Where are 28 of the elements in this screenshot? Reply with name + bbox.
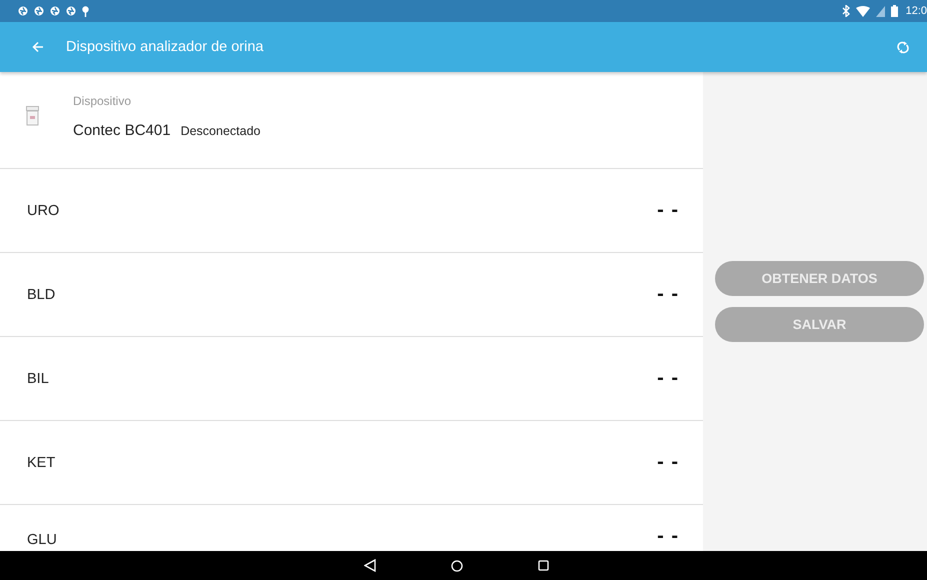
device-name: Contec BC401: [73, 122, 171, 139]
recents-icon[interactable]: [538, 560, 549, 571]
aperture-icon: [50, 6, 60, 16]
parameter-value: - -: [657, 367, 679, 390]
home-icon[interactable]: [451, 560, 463, 572]
device-label: Dispositivo: [73, 94, 132, 108]
parameter-name: BLD: [27, 286, 56, 302]
parameter-name: BIL: [27, 370, 49, 386]
aperture-icon: [34, 6, 44, 16]
device-icon: [26, 106, 39, 126]
clock: 12:0: [906, 5, 927, 17]
battery-icon: [890, 5, 898, 17]
parameter-value: - -: [657, 199, 679, 222]
connection-status: Desconectado: [180, 124, 260, 138]
screen-title: Dispositivo analizador de orina: [66, 39, 264, 55]
parameter-value: - -: [657, 525, 679, 548]
parameter-name: URO: [27, 202, 60, 218]
parameter-value: - -: [657, 451, 679, 474]
pin-icon: [82, 6, 89, 16]
wifi-icon: [856, 6, 870, 16]
back-icon[interactable]: [364, 559, 376, 572]
bluetooth-icon: [842, 5, 850, 17]
parameter-value: - -: [657, 283, 679, 306]
aperture-icon: [66, 6, 76, 16]
aperture-icon: [18, 6, 28, 16]
parameter-name: KET: [27, 454, 56, 470]
parameter-name: GLU: [27, 532, 57, 548]
signal-icon: [876, 6, 885, 16]
